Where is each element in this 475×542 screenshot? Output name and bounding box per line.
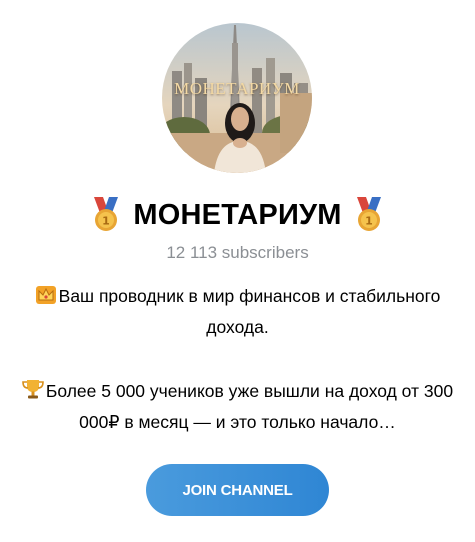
- join-channel-label: JOIN CHANNEL: [182, 481, 293, 499]
- description-paragraph: Более 5 000 учеников уже вышли на доход …: [20, 377, 455, 436]
- crown-icon: [35, 285, 57, 313]
- svg-text:1: 1: [365, 215, 373, 228]
- subscriber-count: 12 113 subscribers: [166, 243, 309, 262]
- medal-icon: 1: [91, 197, 121, 233]
- channel-card: МОНЕТАРИУМ 1 МОНЕТАРИУМ 1 12 113 subscri…: [0, 0, 475, 542]
- channel-description: Ваш проводник в мир финансов и стабильно…: [20, 282, 455, 436]
- avatar-caption: МОНЕТАРИУМ: [174, 79, 300, 98]
- description-line-1: Ваш проводник в мир финансов и стабильно…: [58, 286, 441, 337]
- medal-icon: 1: [354, 197, 384, 233]
- description-paragraph: Ваш проводник в мир финансов и стабильно…: [20, 282, 455, 341]
- description-line-2: Более 5 000 учеников уже вышли на доход …: [45, 381, 454, 432]
- svg-text:1: 1: [103, 215, 111, 228]
- trophy-icon: [22, 378, 44, 408]
- channel-title: МОНЕТАРИУМ: [133, 198, 342, 231]
- channel-avatar[interactable]: МОНЕТАРИУМ: [162, 23, 312, 173]
- channel-title-row: 1 МОНЕТАРИУМ 1: [0, 193, 475, 237]
- join-channel-button[interactable]: JOIN CHANNEL: [146, 464, 329, 516]
